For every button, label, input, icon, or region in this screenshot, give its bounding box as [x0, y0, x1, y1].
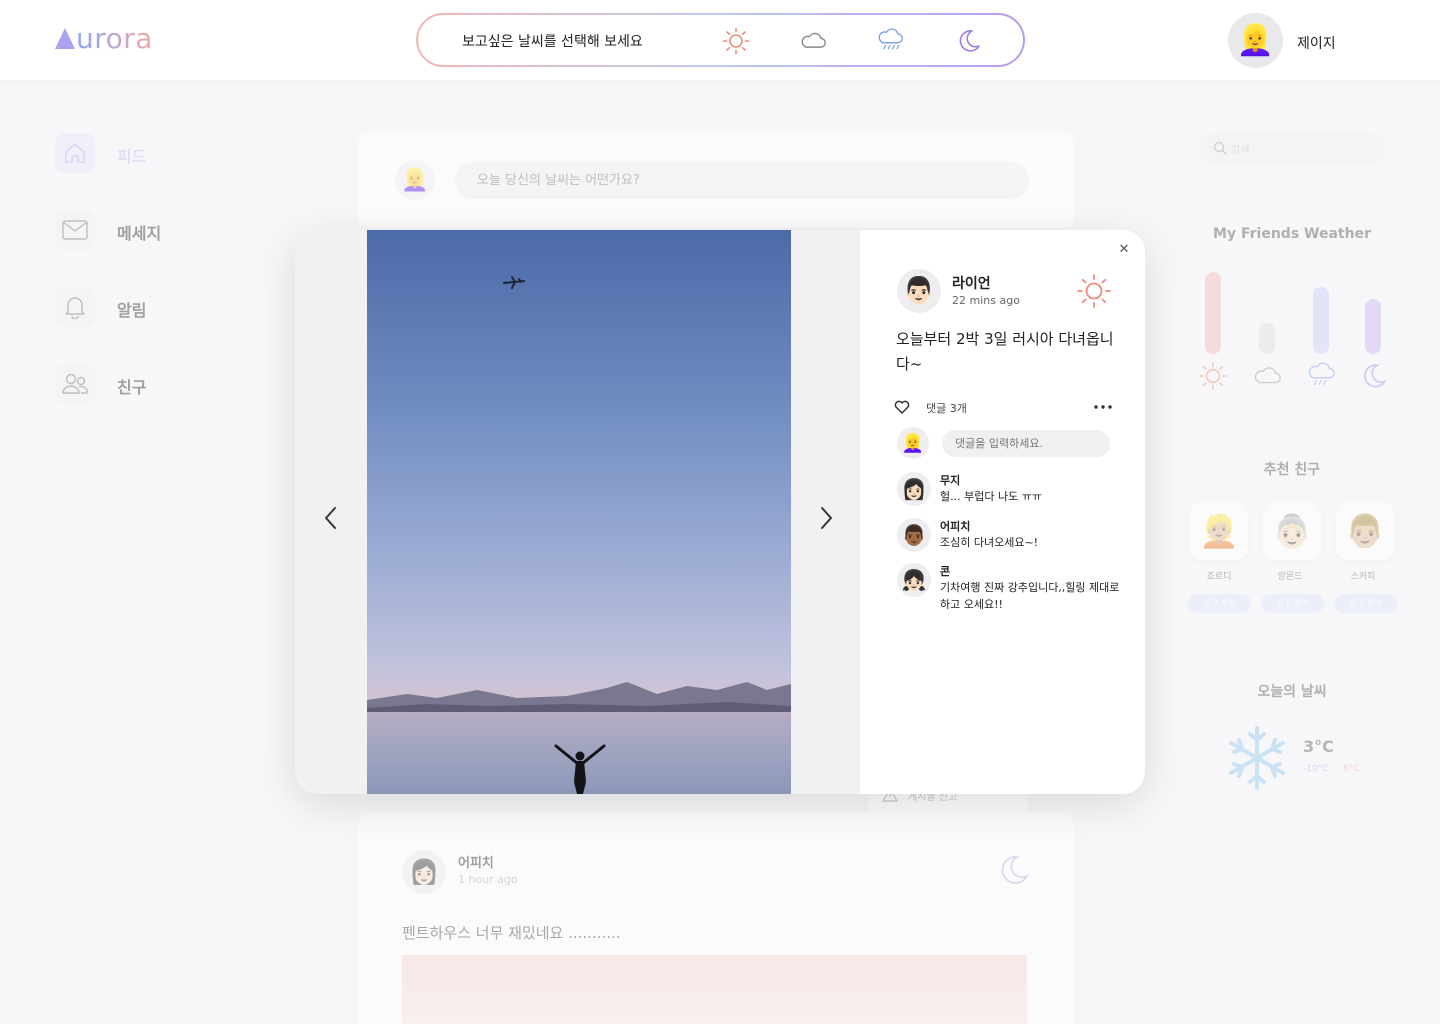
post-detail-modal: ✕ 👨🏻 라이언 22 mins ago 오늘부터 2박 3일 러시아 다녀옵니…	[295, 230, 1145, 794]
add-friend-button[interactable]: 친구 추가	[1188, 594, 1251, 613]
post-time: 22 mins ago	[952, 294, 1020, 307]
rain-cloud-icon[interactable]	[876, 27, 904, 55]
comment-input[interactable]	[942, 430, 1110, 457]
mountain-silhouette	[367, 682, 791, 720]
avatar[interactable]: 👧🏻	[897, 563, 931, 597]
bell-icon	[55, 287, 95, 327]
sidebar-item-friends[interactable]: 친구	[55, 364, 235, 404]
post-text: 오늘부터 2박 3일 러시아 다녀옵니다~	[896, 330, 1114, 373]
today-high-temperature: 6°C	[1343, 764, 1360, 774]
today-low-temperature: -10°C	[1303, 764, 1329, 774]
heart-icon[interactable]	[894, 399, 910, 415]
sidebar-item-label: 피드	[117, 147, 147, 166]
friends-weather-title: My Friends Weather	[1213, 226, 1371, 242]
friends-icon	[55, 364, 95, 404]
feed-post-card: 👩🏻 어피치 1 hour ago 펜트하우스 너무 재밌네요 ........…	[357, 812, 1075, 1024]
recommend-friends-title: 추천 친구	[1263, 462, 1321, 478]
friend-name: 앙몬드	[1277, 572, 1303, 582]
app-header: urora 보고싶은 날씨를 선택해 보세요	[0, 0, 1440, 80]
cloud-icon	[1254, 367, 1281, 384]
avatar[interactable]: 👨🏻	[897, 269, 941, 313]
sidebar-item-messages[interactable]: 메세지	[55, 210, 235, 250]
sun-icon	[1077, 274, 1111, 308]
friends-weather-bar-cloud	[1259, 323, 1275, 354]
friends-weather-bar-moon	[1365, 299, 1381, 354]
post-image[interactable]	[402, 955, 1027, 1024]
sun-icon	[1199, 362, 1227, 390]
more-options-icon[interactable]	[1093, 400, 1113, 414]
friend-search[interactable]: 검색	[1199, 133, 1385, 164]
moon-icon	[1364, 364, 1387, 388]
search-icon	[1213, 141, 1227, 155]
comment-text: 기차여행 진짜 강추입니다,,힐링 제대로 하고 오세요!!	[940, 581, 1120, 611]
previous-arrow-icon[interactable]	[321, 505, 341, 531]
weather-picker: 보고싶은 날씨를 선택해 보세요	[416, 13, 1025, 67]
friends-weather-bar-rain	[1313, 287, 1329, 354]
rain-cloud-icon	[1308, 362, 1335, 386]
avatar[interactable]: 👩🏻	[402, 850, 446, 894]
sidebar-item-feed[interactable]: 피드	[55, 133, 235, 173]
today-weather-title: 오늘의 날씨	[1257, 684, 1327, 700]
composer-input[interactable]	[455, 162, 1029, 199]
mail-icon	[55, 210, 95, 250]
post-author[interactable]: 라이언	[952, 273, 991, 293]
cloud-icon[interactable]	[799, 27, 827, 55]
comment-text: 헐... 부럽다 나도 ㅠㅠ	[940, 490, 1042, 503]
sun-icon[interactable]	[722, 27, 750, 55]
avatar: 👱‍♀️	[395, 160, 435, 200]
moon-icon	[1001, 856, 1029, 884]
comment-author[interactable]: 어피치	[940, 518, 970, 534]
next-arrow-icon[interactable]	[816, 505, 836, 531]
app-logo[interactable]: urora	[55, 22, 153, 55]
user-name: 제이지	[1297, 36, 1336, 52]
sidebar-item-label: 친구	[117, 378, 147, 397]
post-detail-panel: ✕ 👨🏻 라이언 22 mins ago 오늘부터 2박 3일 러시아 다녀옵니…	[860, 230, 1145, 794]
avatar[interactable]: 👨🏾	[897, 518, 931, 552]
sidebar-item-label: 메세지	[117, 224, 162, 243]
snowflake-icon	[1229, 726, 1285, 790]
sidebar-item-notifications[interactable]: 알림	[55, 287, 235, 327]
add-friend-button[interactable]: 친구 추가	[1334, 594, 1397, 613]
friend-avatar-card[interactable]: 👨🏼	[1336, 502, 1394, 560]
post-photo[interactable]	[367, 230, 791, 794]
add-friend-button[interactable]: 친구 추가	[1261, 594, 1324, 613]
comment-text: 조심히 다녀오세요~!	[940, 536, 1039, 549]
logo-text: urora	[76, 22, 153, 55]
search-placeholder: 검색	[1231, 145, 1250, 156]
moon-icon[interactable]	[954, 27, 982, 55]
friend-name: 죠르디	[1206, 572, 1232, 582]
weather-picker-inner: 보고싶은 날씨를 선택해 보세요	[418, 15, 1023, 65]
post-composer: 👱‍♀️	[357, 132, 1075, 228]
comment-author[interactable]: 콘	[940, 563, 950, 579]
post-author[interactable]: 어피치	[458, 852, 494, 871]
comment-count[interactable]: 댓글 3개	[926, 400, 967, 416]
avatar: 👱‍♀️	[897, 427, 929, 459]
avatar[interactable]: 👱‍♀️	[1228, 13, 1283, 68]
post-time: 1 hour ago	[458, 873, 518, 886]
person-silhouette	[554, 744, 606, 794]
avatar[interactable]: 👩🏻	[897, 472, 931, 506]
friend-avatar-card[interactable]: 👵🏻	[1263, 502, 1321, 560]
post-text: 펜트하우스 너무 재밌네요 ...........	[402, 924, 621, 942]
home-icon	[55, 133, 95, 173]
airplane-icon	[503, 276, 525, 289]
logo-triangle-mark	[55, 28, 75, 49]
sidebar-item-label: 알림	[117, 301, 147, 320]
today-temperature: 3°C	[1303, 737, 1334, 756]
close-icon[interactable]: ✕	[1116, 242, 1132, 258]
friend-avatar-card[interactable]: 👱🏼	[1190, 502, 1248, 560]
comment-author[interactable]: 무지	[940, 472, 960, 488]
friends-weather-bar-sun	[1205, 272, 1221, 354]
friend-name: 스카피	[1350, 572, 1376, 582]
weather-picker-prompt: 보고싶은 날씨를 선택해 보세요	[462, 34, 643, 50]
